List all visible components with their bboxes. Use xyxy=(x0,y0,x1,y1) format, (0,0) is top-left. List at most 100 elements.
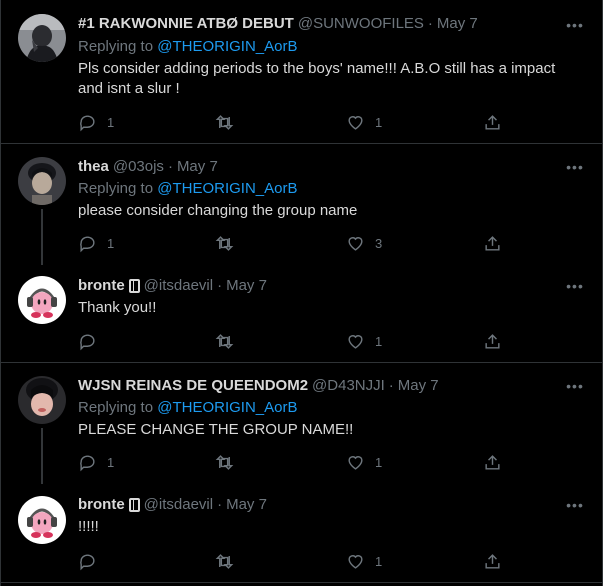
user-handle[interactable]: @itsdaevil xyxy=(144,495,213,515)
like-count: 3 xyxy=(375,235,383,251)
separator-dot: · xyxy=(217,277,223,294)
display-name[interactable]: bronte xyxy=(78,276,125,296)
avatar[interactable] xyxy=(18,157,66,205)
avatar[interactable] xyxy=(18,14,66,62)
retweet-button[interactable] xyxy=(215,112,244,132)
thread-line xyxy=(41,209,43,265)
retweet-button[interactable] xyxy=(215,331,244,351)
retweet-icon xyxy=(215,114,234,130)
reply-button[interactable]: 1 xyxy=(78,233,114,253)
user-handle[interactable]: @D43NJJI xyxy=(312,376,385,396)
avatar[interactable] xyxy=(18,276,66,324)
tweet-actions: 1 3 xyxy=(78,233,508,253)
share-button[interactable] xyxy=(483,551,502,571)
separator-dot: · xyxy=(427,15,433,32)
badge-icon xyxy=(128,498,140,512)
tweet-header: bronte @itsdaevil · May 7 xyxy=(78,495,267,515)
reply-count: 1 xyxy=(107,454,115,470)
avatar[interactable] xyxy=(18,496,66,544)
reply-icon xyxy=(80,333,95,350)
retweet-icon xyxy=(215,235,234,251)
like-button[interactable]: 1 xyxy=(346,551,382,571)
tweet-header: thea @03ojs · May 7 xyxy=(78,157,218,177)
tweet-date[interactable]: May 7 xyxy=(226,276,267,296)
share-button[interactable] xyxy=(483,331,502,351)
tweet-text: Pls consider adding periods to the boys'… xyxy=(78,60,556,97)
tweet-header: bronte @itsdaevil · May 7 xyxy=(78,276,267,296)
replying-to-line: Replying to @THEORIGIN_AorB xyxy=(78,37,297,57)
like-count: 1 xyxy=(375,114,383,130)
display-name[interactable]: bronte xyxy=(78,495,125,515)
tweet-date[interactable]: May 7 xyxy=(398,376,439,396)
more-options-icon[interactable]: ••• xyxy=(566,377,584,395)
user-handle[interactable]: @SUNWOOFILES xyxy=(298,14,424,34)
tweet-actions: 1 1 xyxy=(78,112,508,132)
like-count: 1 xyxy=(375,333,383,349)
tweet-date[interactable]: May 7 xyxy=(177,157,218,177)
display-name[interactable]: WJSN REINAS DE QUEENDOM2 xyxy=(78,376,308,396)
more-options-icon[interactable]: ••• xyxy=(566,158,584,176)
replying-to-label: Replying to xyxy=(78,38,154,55)
tweet-divider xyxy=(1,143,602,144)
display-name[interactable]: thea xyxy=(78,157,109,177)
kirby-headphones-avatar xyxy=(18,276,66,324)
retweet-icon xyxy=(215,333,234,349)
more-options-icon[interactable]: ••• xyxy=(566,277,584,295)
like-count: 1 xyxy=(375,553,383,569)
reply-button[interactable] xyxy=(78,331,107,351)
share-icon xyxy=(485,114,500,130)
separator-dot: · xyxy=(388,377,394,394)
mention-link[interactable]: @THEORIGIN_AorB xyxy=(157,38,297,55)
reply-icon xyxy=(80,553,95,570)
tweet-text: !!!!! xyxy=(78,518,99,535)
replying-to-line: Replying to @THEORIGIN_AorB xyxy=(78,398,297,418)
tweet-date[interactable]: May 7 xyxy=(437,14,478,34)
share-button[interactable] xyxy=(483,112,502,132)
tweet-actions: 1 1 xyxy=(78,452,508,472)
more-options-icon[interactable]: ••• xyxy=(566,496,584,514)
mention-link[interactable]: @THEORIGIN_AorB xyxy=(157,180,297,197)
user-handle[interactable]: @itsdaevil xyxy=(144,276,213,296)
display-name[interactable]: #1 RAKWONNIE ATBØ DEBUT xyxy=(78,14,294,34)
heart-icon xyxy=(348,455,363,470)
share-icon xyxy=(485,553,500,569)
tweet-text: please consider changing the group name xyxy=(78,202,358,219)
retweet-button[interactable] xyxy=(215,551,244,571)
tweet-header: #1 RAKWONNIE ATBØ DEBUT @SUNWOOFILES · M… xyxy=(78,14,478,34)
retweet-icon xyxy=(215,454,234,470)
replying-to-label: Replying to xyxy=(78,180,154,197)
reply-icon xyxy=(80,235,95,252)
tweet-divider xyxy=(1,582,602,583)
retweet-icon xyxy=(215,553,234,569)
mention-link[interactable]: @THEORIGIN_AorB xyxy=(157,399,297,416)
retweet-button[interactable] xyxy=(215,452,244,472)
more-options-icon[interactable]: ••• xyxy=(566,16,584,34)
like-button[interactable]: 1 xyxy=(346,331,382,351)
like-button[interactable]: 1 xyxy=(346,452,382,472)
thread-line xyxy=(41,428,43,484)
tweet-date[interactable]: May 7 xyxy=(226,495,267,515)
tweet-actions: 1 xyxy=(78,551,508,571)
share-icon xyxy=(485,333,500,349)
reply-button[interactable]: 1 xyxy=(78,452,114,472)
heart-icon xyxy=(348,334,363,349)
avatar[interactable] xyxy=(18,376,66,424)
heart-icon xyxy=(348,115,363,130)
tweet-divider xyxy=(1,362,602,363)
like-button[interactable]: 3 xyxy=(346,233,382,253)
share-icon xyxy=(485,235,500,251)
separator-dot: · xyxy=(217,496,223,513)
share-button[interactable] xyxy=(483,233,502,253)
retweet-button[interactable] xyxy=(215,233,244,253)
replying-to-line: Replying to @THEORIGIN_AorB xyxy=(78,179,297,199)
heart-icon xyxy=(348,554,363,569)
reply-count: 1 xyxy=(107,114,115,130)
like-button[interactable]: 1 xyxy=(346,112,382,132)
share-button[interactable] xyxy=(483,452,502,472)
reply-icon xyxy=(80,454,95,471)
user-handle[interactable]: @03ojs xyxy=(113,157,164,177)
badge-icon xyxy=(128,279,140,293)
reply-button[interactable] xyxy=(78,551,107,571)
separator-dot: · xyxy=(167,158,173,175)
reply-button[interactable]: 1 xyxy=(78,112,114,132)
